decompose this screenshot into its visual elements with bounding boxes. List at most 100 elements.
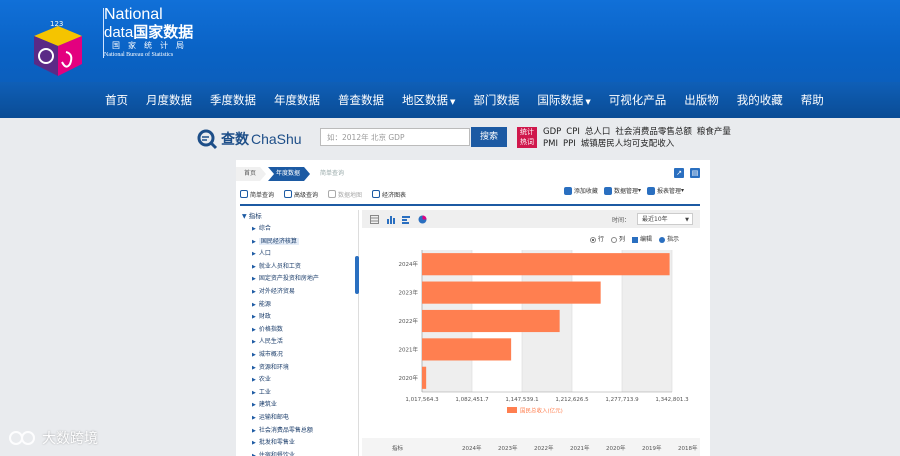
hot-word-link[interactable]: 总人口 <box>585 127 611 137</box>
tree-item[interactable]: ▶ 国民经济核算 <box>252 236 358 249</box>
time-range-select[interactable]: 最近10年 ▼ <box>637 213 693 225</box>
add-favorite-button[interactable]: 添加收藏 <box>563 186 598 195</box>
hot-words-list: GDP CPI 总人口 社会消费品零售总额 粮食产量 PMI PPI 城镇居民人均可支配收入 <box>543 126 743 150</box>
table-header-year[interactable]: 2022年 <box>534 444 554 452</box>
share-icon[interactable]: ↗ <box>674 168 684 178</box>
nav-item[interactable]: 普查数据 <box>329 82 393 118</box>
tree-item[interactable]: ▶ 运输和邮电 <box>252 412 358 425</box>
table-header-indicator[interactable]: 指标 <box>392 444 403 452</box>
tree-item[interactable]: ▶ 建筑业 <box>252 399 358 412</box>
hot-word-link[interactable]: GDP <box>543 127 561 137</box>
column-radio[interactable]: 列 <box>611 234 625 243</box>
simple-query-tool[interactable]: 简单查询 <box>240 190 274 199</box>
search-icon <box>240 190 248 198</box>
hot-word-link[interactable]: 粮食产量 <box>697 127 731 137</box>
tree-item[interactable]: ▶ 价格指数 <box>252 324 358 337</box>
hint-button[interactable]: 指示 <box>659 234 679 243</box>
table-header-year[interactable]: 2023年 <box>498 444 518 452</box>
table-header-year[interactable]: 2020年 <box>606 444 626 452</box>
tree-item[interactable]: ▶ 就业人员和工资 <box>252 261 358 274</box>
search-button[interactable]: 搜索 <box>471 127 507 147</box>
hot-word-link[interactable]: CPI <box>566 127 580 137</box>
chart-category-label: 2024年 <box>399 260 419 268</box>
nav-item[interactable]: 出版物 <box>675 82 728 118</box>
radio-selected-icon <box>590 236 596 243</box>
nav-item[interactable]: 月度数据 <box>137 82 201 118</box>
print-icon[interactable]: ▤ <box>690 168 700 178</box>
row-radio[interactable]: 行 <box>590 234 604 243</box>
hot-word-link[interactable]: PPI <box>563 139 576 149</box>
nav-item[interactable]: 国际数据 ▼ <box>528 82 599 118</box>
edit-button[interactable]: 编辑 <box>632 234 652 243</box>
chart-bar <box>422 253 670 276</box>
chart-area: 时间： 最近10年 ▼ 行 列 编辑 指示 2024年 2023年 2022年 2021… <box>362 210 700 456</box>
data-cube-logo[interactable]: 123 <box>30 18 86 78</box>
hot-word-link[interactable]: 社会消费品零售总额 <box>615 127 692 137</box>
nav-item[interactable]: 部门数据 <box>464 82 528 118</box>
expand-triangle-icon: ▶ <box>252 427 256 434</box>
report-icon <box>646 186 655 195</box>
tree-item[interactable]: ▶ 财政 <box>252 311 358 324</box>
bar-chart-icon[interactable] <box>402 215 411 224</box>
chart-toolbar: 时间： 最近10年 ▼ <box>362 210 700 228</box>
report-management-dropdown[interactable]: 报表管理 ▾ <box>646 186 684 195</box>
chevron-down-icon: ▼ <box>585 98 591 106</box>
brand-line2: data国家数据 <box>104 23 194 42</box>
table-header-year[interactable]: 2024年 <box>462 444 482 452</box>
nav-item[interactable]: 可视化产品 <box>600 82 676 118</box>
table-view-icon[interactable] <box>370 215 379 224</box>
site-header: 123 National data国家数据 国家统计局 National Bur… <box>0 0 900 82</box>
nav-item[interactable]: 年度数据 <box>265 82 329 118</box>
search-input[interactable]: 如：2012年 北京 GDP <box>320 128 470 146</box>
expand-triangle-icon: ▶ <box>252 364 256 371</box>
brand-line3: 国家统计局 <box>112 41 192 50</box>
tree-item[interactable]: ▶ 人民生活 <box>252 336 358 349</box>
tree-item[interactable]: ▶ 工业 <box>252 387 358 400</box>
column-chart-icon[interactable] <box>386 215 395 224</box>
advanced-query-tool[interactable]: 高级查询 <box>284 190 318 199</box>
brand-text[interactable]: National data国家数据 国家统计局 National Bureau … <box>104 6 193 59</box>
indicator-tree: ▼ 指标 ▶ 综合 ▶ 国民经济核算 ▶ 人口 ▶ 就业人员和工资 ▶ 固定资产投资和房地产 ▶ 对外… <box>240 210 359 456</box>
chart-icon <box>372 190 381 198</box>
chart-x-tick-label: 1,147,539.1 <box>505 397 538 403</box>
expand-triangle-icon: ▶ <box>252 263 256 270</box>
nav-item[interactable]: 帮助 <box>792 82 833 118</box>
expand-triangle-icon: ▶ <box>252 276 256 283</box>
table-header-year[interactable]: 2018年 <box>678 444 698 452</box>
nav-item[interactable]: 季度数据 <box>201 82 265 118</box>
tree-item[interactable]: ▶ 能源 <box>252 299 358 312</box>
expand-triangle-icon: ▶ <box>252 288 256 295</box>
tree-scrollbar[interactable] <box>355 256 359 294</box>
table-header-year[interactable]: 2019年 <box>642 444 662 452</box>
pie-chart-icon[interactable] <box>418 215 427 224</box>
tree-item[interactable]: ▶ 人口 <box>252 248 358 261</box>
nav-item[interactable]: 首页 <box>96 82 137 118</box>
tree-item[interactable]: ▶ 综合 <box>252 223 358 236</box>
economic-chart-tool[interactable]: 经济图表 <box>372 190 406 199</box>
data-map-tool[interactable]: 数据地图 <box>328 190 362 199</box>
tree-item[interactable]: ▶ 对外经济贸易 <box>252 286 358 299</box>
chart-category-label: 2021年 <box>399 345 419 353</box>
data-management-dropdown[interactable]: 数据管理 ▾ <box>603 186 641 195</box>
nav-item[interactable]: 我的收藏 <box>728 82 792 118</box>
svg-text:123: 123 <box>50 20 63 28</box>
tree-item[interactable]: ▶ 社会消费品零售总额 <box>252 425 358 438</box>
chashu-logo[interactable]: 查数 ChaShu <box>196 128 302 150</box>
hot-word-link[interactable]: 城镇居民人均可支配收入 <box>581 139 675 149</box>
tree-item[interactable]: ▶ 农业 <box>252 374 358 387</box>
tree-root[interactable]: ▼ 指标 <box>242 210 358 223</box>
tree-item[interactable]: ▶ 城市概况 <box>252 349 358 362</box>
breadcrumb-home[interactable]: 首页 <box>236 167 266 181</box>
hot-word-link[interactable]: PMI <box>543 139 558 149</box>
tree-item[interactable]: ▶ 住宿和餐饮业 <box>252 450 358 456</box>
tree-item[interactable]: ▶ 资源和环境 <box>252 362 358 375</box>
expand-triangle-icon: ▶ <box>252 440 256 447</box>
toolbar-divider <box>240 204 700 206</box>
tree-item[interactable]: ▶ 批发和零售业 <box>252 437 358 450</box>
nav-list: 首页 月度数据 季度数据 年度数据 普查数据 地区数据 ▼ 部门数据 国际数据 ▼ 可视化产品 出版物… <box>96 82 833 118</box>
expand-triangle-icon: ▶ <box>252 402 256 409</box>
breadcrumb-annual[interactable]: 年度数据 <box>268 167 310 181</box>
tree-item[interactable]: ▶ 固定资产投资和房地产 <box>252 273 358 286</box>
table-header-year[interactable]: 2021年 <box>570 444 590 452</box>
nav-item[interactable]: 地区数据 ▼ <box>393 82 464 118</box>
